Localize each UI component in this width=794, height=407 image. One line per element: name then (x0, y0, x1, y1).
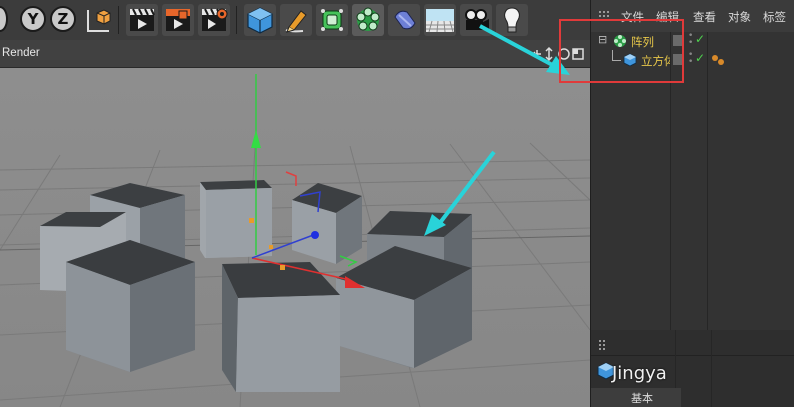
cube-clone[interactable] (66, 240, 195, 372)
x-axis-button[interactable] (0, 6, 8, 32)
watermark-text: Jingya (612, 363, 667, 384)
render-view-icon (130, 8, 155, 31)
render-settings-icon (202, 8, 228, 31)
cube-primitive-button[interactable] (244, 4, 276, 36)
floor-scene-icon (426, 9, 454, 33)
z-axis-button[interactable]: Z (50, 6, 76, 32)
mograph-cloner-button[interactable] (352, 4, 384, 36)
render-settings-button[interactable] (198, 4, 230, 36)
cube-primitive-icon (247, 7, 273, 34)
material-tag-icon[interactable] (711, 54, 725, 66)
z-axis-label: Z (57, 10, 69, 28)
cube-clone[interactable] (222, 262, 340, 392)
highlight-box (559, 19, 684, 83)
render-view-button[interactable] (126, 4, 158, 36)
deformer-button[interactable] (388, 4, 420, 36)
cube-clone[interactable] (200, 180, 272, 258)
render-picture-viewer-icon (166, 9, 190, 31)
grip-icon[interactable] (599, 340, 605, 352)
column-divider (675, 330, 676, 388)
visibility-dots[interactable]: • • (688, 51, 693, 67)
3d-viewport[interactable] (0, 68, 590, 407)
divider (591, 355, 794, 356)
subdivision-surface-icon (321, 9, 343, 31)
pen-spline-button[interactable] (280, 4, 312, 36)
attribute-panel: Jingya 基本 (591, 330, 794, 407)
enable-check[interactable]: ✓ (695, 32, 705, 46)
deformer-icon (394, 10, 416, 30)
viewport-title: Render (2, 47, 40, 59)
menu-objects[interactable]: 对象 (728, 9, 751, 25)
object-manager-panel: 文件 编辑 查看 对象 标签 ⊟ 阵列 • • ✓ 立方体 • • ✓ Jing… (559, 0, 794, 407)
column-divider (707, 32, 708, 330)
pen-spline-icon (285, 10, 307, 33)
floor-scene-button[interactable] (424, 4, 456, 36)
mograph-cloner-icon (356, 7, 380, 31)
toolbar-separator (236, 6, 237, 34)
coordinate-system-button[interactable] (82, 4, 114, 36)
menu-tags[interactable]: 标签 (763, 9, 786, 25)
y-axis-button[interactable]: Y (20, 6, 46, 32)
render-picture-viewer-button[interactable] (162, 4, 194, 36)
y-axis-label: Y (27, 10, 39, 28)
viewport-scene (0, 68, 590, 407)
visibility-dots[interactable]: • • (688, 32, 693, 48)
tab-basic[interactable]: 基本 (591, 388, 681, 407)
tab-basic-label: 基本 (631, 392, 653, 405)
menu-view[interactable]: 查看 (693, 9, 716, 25)
toolbar-separator (118, 6, 119, 34)
subdivision-surface-button[interactable] (316, 4, 348, 36)
enable-check[interactable]: ✓ (695, 51, 705, 65)
coordinate-system-icon (87, 9, 111, 32)
column-divider (711, 330, 712, 407)
